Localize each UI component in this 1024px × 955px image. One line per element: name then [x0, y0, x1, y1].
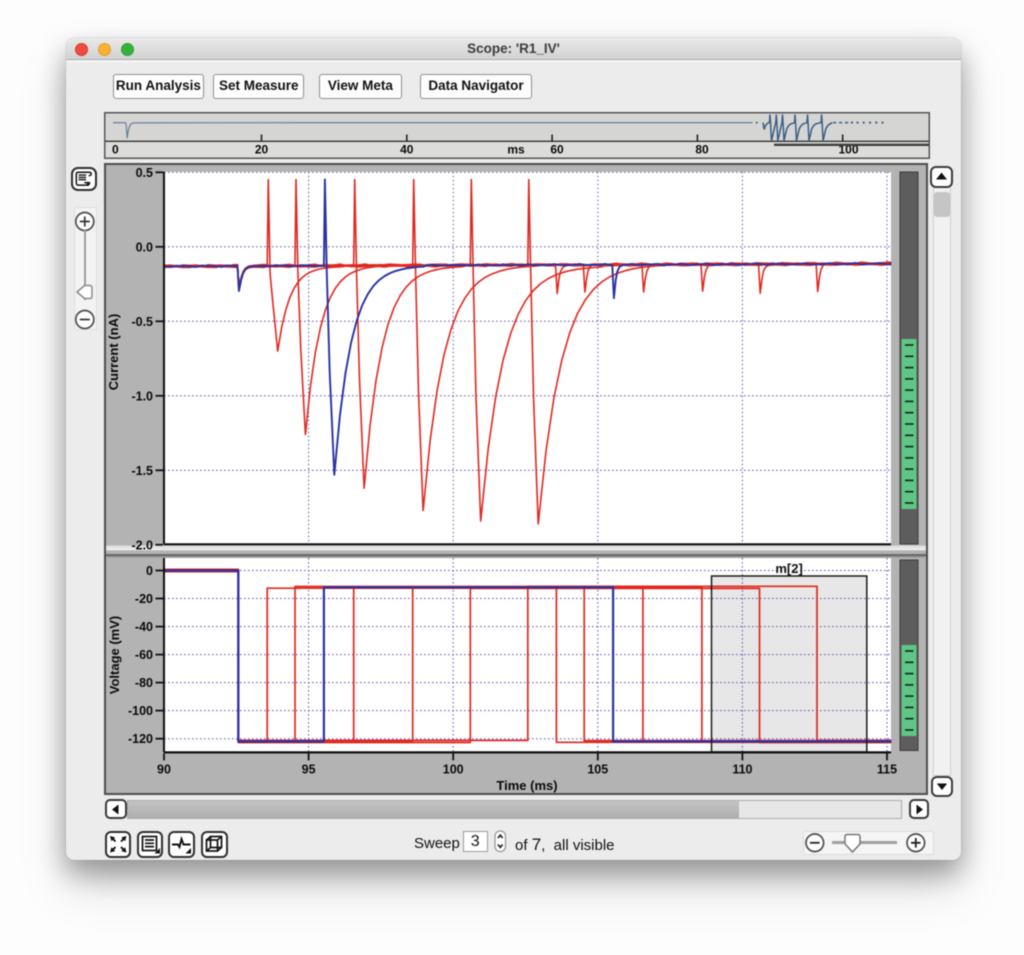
svg-text:Voltage (mV): Voltage (mV)	[107, 616, 122, 695]
svg-text:80: 80	[695, 143, 709, 157]
svg-text:40: 40	[400, 143, 414, 157]
svg-text:-80: -80	[135, 676, 153, 690]
svg-text:Current (nA): Current (nA)	[106, 314, 121, 391]
svg-text:-40: -40	[135, 620, 153, 634]
svg-text:0.0: 0.0	[136, 240, 153, 254]
svg-text:-20: -20	[135, 592, 153, 606]
svg-text:105: 105	[587, 762, 608, 776]
svg-text:100: 100	[443, 762, 464, 776]
svg-text:20: 20	[255, 143, 269, 157]
svg-text:-1.5: -1.5	[131, 464, 153, 478]
svg-text:60: 60	[550, 143, 564, 157]
svg-text:-60: -60	[135, 648, 153, 662]
svg-text:Time (ms): Time (ms)	[496, 778, 557, 793]
svg-text:0.5: 0.5	[136, 166, 153, 180]
svg-text:-1.0: -1.0	[131, 389, 153, 403]
svg-text:-100: -100	[128, 704, 153, 718]
svg-text:ms: ms	[507, 143, 525, 157]
svg-text:m[2]: m[2]	[775, 561, 802, 576]
svg-text:115: 115	[877, 762, 897, 776]
svg-text:95: 95	[302, 762, 316, 776]
svg-text:0: 0	[112, 143, 119, 157]
svg-text:-2.0: -2.0	[131, 538, 153, 552]
svg-text:90: 90	[157, 762, 171, 776]
svg-text:-0.5: -0.5	[131, 315, 153, 329]
svg-text:-120: -120	[128, 732, 153, 746]
svg-text:0: 0	[146, 564, 153, 578]
svg-text:110: 110	[732, 762, 752, 776]
